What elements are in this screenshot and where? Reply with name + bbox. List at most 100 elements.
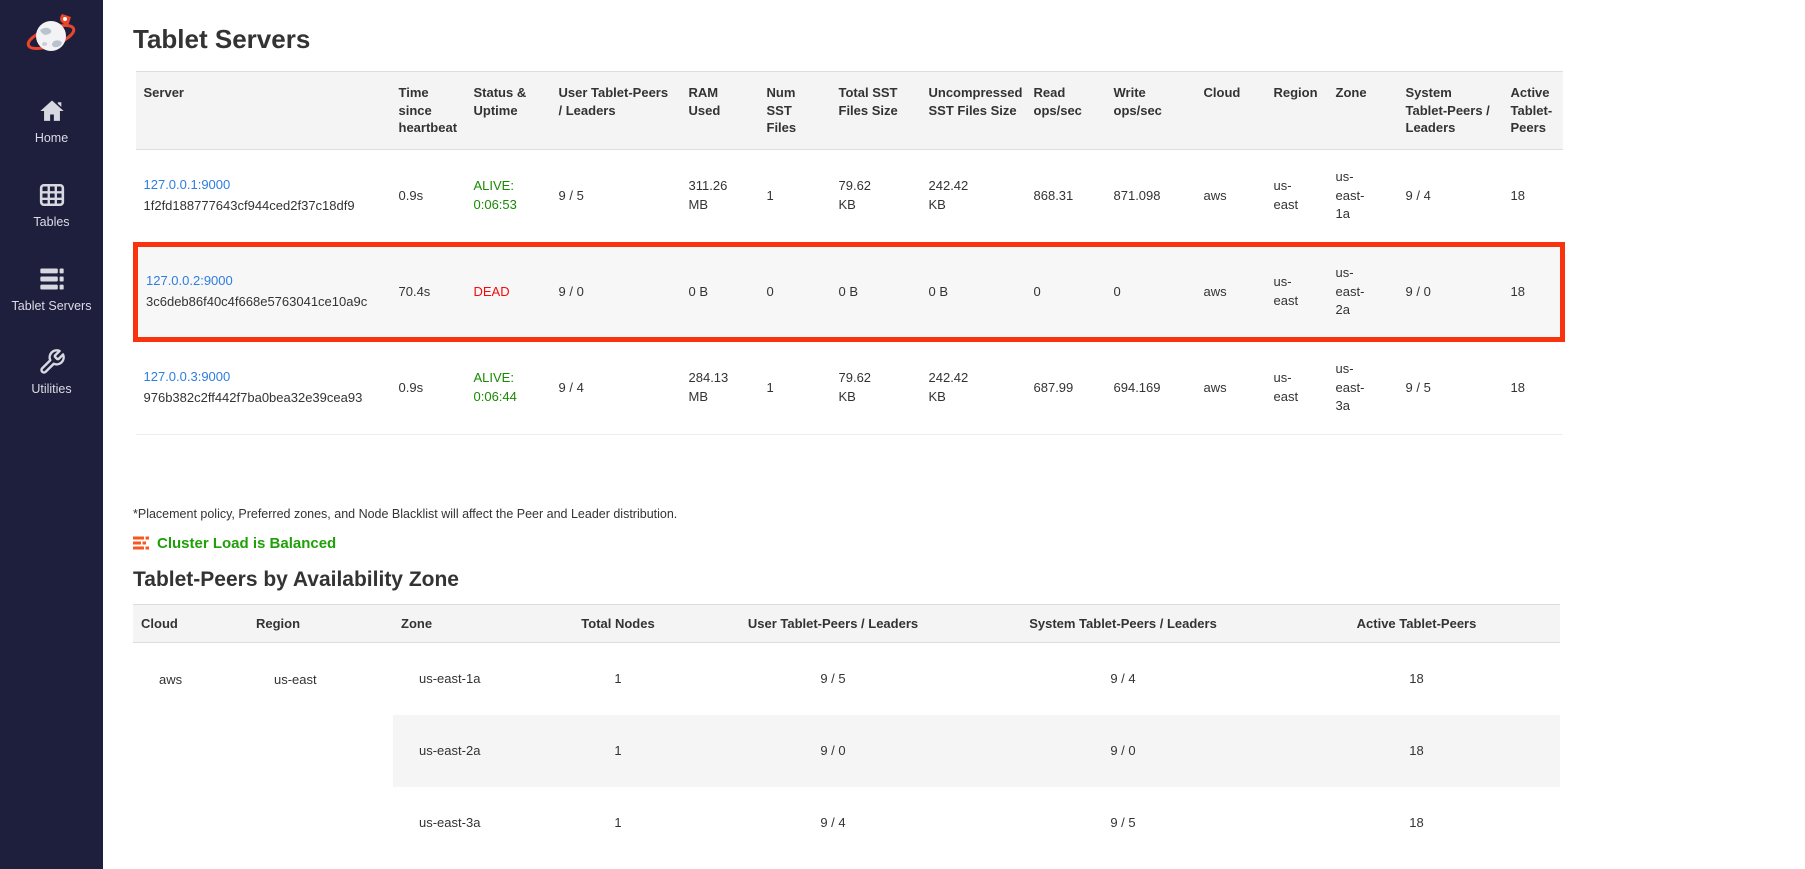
wrench-icon xyxy=(36,347,68,377)
col-num-sst: Num SST Files xyxy=(759,72,831,150)
region-cell: us-east xyxy=(248,643,393,859)
zones-section-title: Tablet-Peers by Availability Zone xyxy=(133,568,1805,592)
sidebar-item-home[interactable]: Home xyxy=(0,96,103,146)
load-balance-icon xyxy=(133,536,149,550)
server-uuid: 1f2fd188777643cf944ced2f37c18df9 xyxy=(144,197,383,215)
system-peers-cell: 9 / 5 xyxy=(973,787,1273,859)
cluster-load-status: Cluster Load is Balanced xyxy=(133,535,1805,552)
zone-cell: us-east-1a xyxy=(393,643,543,715)
col-write-ops: Write ops/sec xyxy=(1106,72,1196,150)
col-user-peers: User Tablet-Peers / Leaders xyxy=(551,72,681,150)
region-cell: us-east xyxy=(1266,149,1328,244)
ram-cell: 284.13 MB xyxy=(681,339,759,434)
col-status: Status & Uptime xyxy=(466,72,551,150)
zone-cell: us-east-3a xyxy=(1328,339,1398,434)
active-peers-cell: 18 xyxy=(1503,339,1563,434)
num-sst-cell: 1 xyxy=(759,339,831,434)
active-peers-cell: 18 xyxy=(1273,715,1560,787)
server-uuid: 976b382c2ff442f7ba0bea32e39cea93 xyxy=(144,389,383,407)
sidebar-item-tables[interactable]: Tables xyxy=(0,180,103,230)
heartbeat-cell: 0.9s xyxy=(391,339,466,434)
col-active-peers: Active Tablet-Peers xyxy=(1273,604,1560,643)
server-link[interactable]: 127.0.0.1:9000 xyxy=(144,177,231,192)
region-cell: us-east xyxy=(1266,339,1328,434)
cloud-cell: aws xyxy=(1196,149,1266,244)
zone-cell: us-east-1a xyxy=(1328,149,1398,244)
heartbeat-cell: 0.9s xyxy=(391,149,466,244)
system-peers-cell: 9 / 0 xyxy=(1398,244,1503,339)
table-row-server-1: 127.0.0.1:9000 1f2fd188777643cf944ced2f3… xyxy=(136,149,1563,244)
col-cloud: Cloud xyxy=(1196,72,1266,150)
user-peers-cell: 9 / 5 xyxy=(693,643,973,715)
col-server: Server xyxy=(136,72,391,150)
table-row-zone-1: aws us-east us-east-1a 1 9 / 5 9 / 4 18 xyxy=(133,643,1560,715)
col-cloud: Cloud xyxy=(133,604,248,643)
uncompressed-sst-cell: 242.42 KB xyxy=(921,339,1026,434)
cluster-load-status-text: Cluster Load is Balanced xyxy=(157,535,336,552)
col-system-peers: System Tablet-Peers / Leaders xyxy=(973,604,1273,643)
user-peers-cell: 9 / 0 xyxy=(551,244,681,339)
read-ops-cell: 868.31 xyxy=(1026,149,1106,244)
tablet-peers-by-zone-table: Cloud Region Zone Total Nodes User Table… xyxy=(133,604,1560,859)
placement-policy-footnote: *Placement policy, Preferred zones, and … xyxy=(133,507,1805,521)
tables-grid-icon xyxy=(36,180,68,210)
sidebar: Home Tables Tabl xyxy=(0,0,103,869)
system-peers-cell: 9 / 4 xyxy=(973,643,1273,715)
main-content: Tablet Servers Server Time since heartbe… xyxy=(103,0,1805,869)
uncompressed-sst-cell: 0 B xyxy=(921,244,1026,339)
uncompressed-sst-cell: 242.42 KB xyxy=(921,149,1026,244)
table-header-row: Cloud Region Zone Total Nodes User Table… xyxy=(133,604,1560,643)
col-total-sst: Total SST Files Size xyxy=(831,72,921,150)
yugabyte-logo[interactable] xyxy=(24,8,80,62)
write-ops-cell: 0 xyxy=(1106,244,1196,339)
col-zone: Zone xyxy=(1328,72,1398,150)
active-peers-cell: 18 xyxy=(1273,643,1560,715)
page-title: Tablet Servers xyxy=(133,24,1805,55)
sidebar-item-utilities[interactable]: Utilities xyxy=(0,347,103,397)
sidebar-item-tablet-servers[interactable]: Tablet Servers xyxy=(0,264,103,314)
status-cell: ALIVE: 0:06:44 xyxy=(466,339,551,434)
total-nodes-cell: 1 xyxy=(543,787,693,859)
cloud-cell: aws xyxy=(1196,339,1266,434)
system-peers-cell: 9 / 0 xyxy=(973,715,1273,787)
server-link[interactable]: 127.0.0.3:9000 xyxy=(144,369,231,384)
sidebar-item-label: Tablet Servers xyxy=(12,300,92,314)
tablet-servers-table: Server Time since heartbeat Status & Upt… xyxy=(133,71,1565,435)
col-uncompressed-sst: Uncompressed SST Files Size xyxy=(921,72,1026,150)
col-zone: Zone xyxy=(393,604,543,643)
total-sst-cell: 79.62 KB xyxy=(831,149,921,244)
total-nodes-cell: 1 xyxy=(543,715,693,787)
read-ops-cell: 687.99 xyxy=(1026,339,1106,434)
home-icon xyxy=(36,96,68,126)
cloud-cell: aws xyxy=(1196,244,1266,339)
user-peers-cell: 9 / 4 xyxy=(551,339,681,434)
zone-cell: us-east-3a xyxy=(393,787,543,859)
table-header-row: Server Time since heartbeat Status & Upt… xyxy=(136,72,1563,150)
col-region: Region xyxy=(248,604,393,643)
active-peers-cell: 18 xyxy=(1503,244,1563,339)
user-peers-cell: 9 / 0 xyxy=(693,715,973,787)
write-ops-cell: 694.169 xyxy=(1106,339,1196,434)
total-sst-cell: 79.62 KB xyxy=(831,339,921,434)
zone-cell: us-east-2a xyxy=(393,715,543,787)
sidebar-item-label: Home xyxy=(35,132,68,146)
num-sst-cell: 0 xyxy=(759,244,831,339)
col-active-peers: Active Tablet-Peers xyxy=(1503,72,1563,150)
heartbeat-cell: 70.4s xyxy=(391,244,466,339)
user-peers-cell: 9 / 5 xyxy=(551,149,681,244)
cloud-cell: aws xyxy=(133,643,248,859)
total-nodes-cell: 1 xyxy=(543,643,693,715)
col-user-peers: User Tablet-Peers / Leaders xyxy=(693,604,973,643)
user-peers-cell: 9 / 4 xyxy=(693,787,973,859)
active-peers-cell: 18 xyxy=(1273,787,1560,859)
ram-cell: 0 B xyxy=(681,244,759,339)
col-region: Region xyxy=(1266,72,1328,150)
ram-cell: 311.26 MB xyxy=(681,149,759,244)
col-system-peers: System Tablet-Peers / Leaders xyxy=(1398,72,1503,150)
server-link[interactable]: 127.0.0.2:9000 xyxy=(146,273,233,288)
status-cell: DEAD xyxy=(466,244,551,339)
system-peers-cell: 9 / 5 xyxy=(1398,339,1503,434)
col-ram: RAM Used xyxy=(681,72,759,150)
table-row-server-2-dead-highlighted: 127.0.0.2:9000 3c6deb86f40c4f668e5763041… xyxy=(136,244,1563,339)
write-ops-cell: 871.098 xyxy=(1106,149,1196,244)
